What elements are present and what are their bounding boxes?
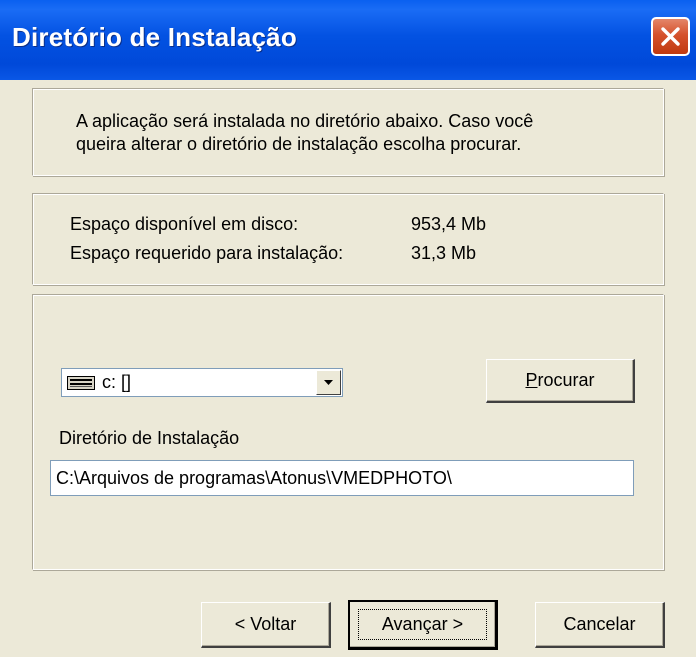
disk-space-panel bbox=[32, 193, 664, 285]
close-icon bbox=[661, 27, 680, 46]
title-bar[interactable]: Diretório de Instalação bbox=[0, 0, 696, 80]
next-button[interactable]: Avançar > bbox=[348, 600, 498, 650]
procurar-mnemonic: P bbox=[525, 370, 538, 390]
focus-rect bbox=[358, 609, 487, 640]
drive-dropdown-button[interactable] bbox=[316, 370, 341, 395]
drive-icon bbox=[67, 376, 95, 395]
chevron-down-icon bbox=[324, 380, 333, 385]
info-text-line-1: A aplicação será instalada no diretório … bbox=[76, 111, 534, 131]
install-dir-label: Diretório de Instalação bbox=[59, 428, 240, 448]
procurar-button[interactable]: Procurar bbox=[486, 359, 635, 403]
info-panel bbox=[32, 88, 664, 176]
window-title: Diretório de Instalação bbox=[12, 22, 297, 52]
close-button[interactable] bbox=[651, 17, 690, 56]
drive-select-value: c: [] bbox=[102, 372, 132, 392]
drive-select[interactable]: c: [] bbox=[61, 368, 343, 397]
back-button[interactable]: < Voltar bbox=[201, 602, 331, 648]
available-space-label: Espaço disponível em disco: bbox=[70, 214, 299, 234]
available-space-value: 953,4 Mb bbox=[411, 214, 487, 234]
required-space-value: 31,3 Mb bbox=[411, 243, 477, 263]
install-dir-input[interactable] bbox=[50, 460, 634, 496]
procurar-label: rocurar bbox=[537, 370, 595, 390]
cancel-button[interactable]: Cancelar bbox=[535, 602, 665, 648]
required-space-label: Espaço requerido para instalação: bbox=[70, 243, 344, 263]
info-text-line-2: queira alterar o diretório de instalação… bbox=[76, 134, 522, 154]
installer-dialog: Diretório de Instalação A aplicação será… bbox=[0, 0, 696, 657]
